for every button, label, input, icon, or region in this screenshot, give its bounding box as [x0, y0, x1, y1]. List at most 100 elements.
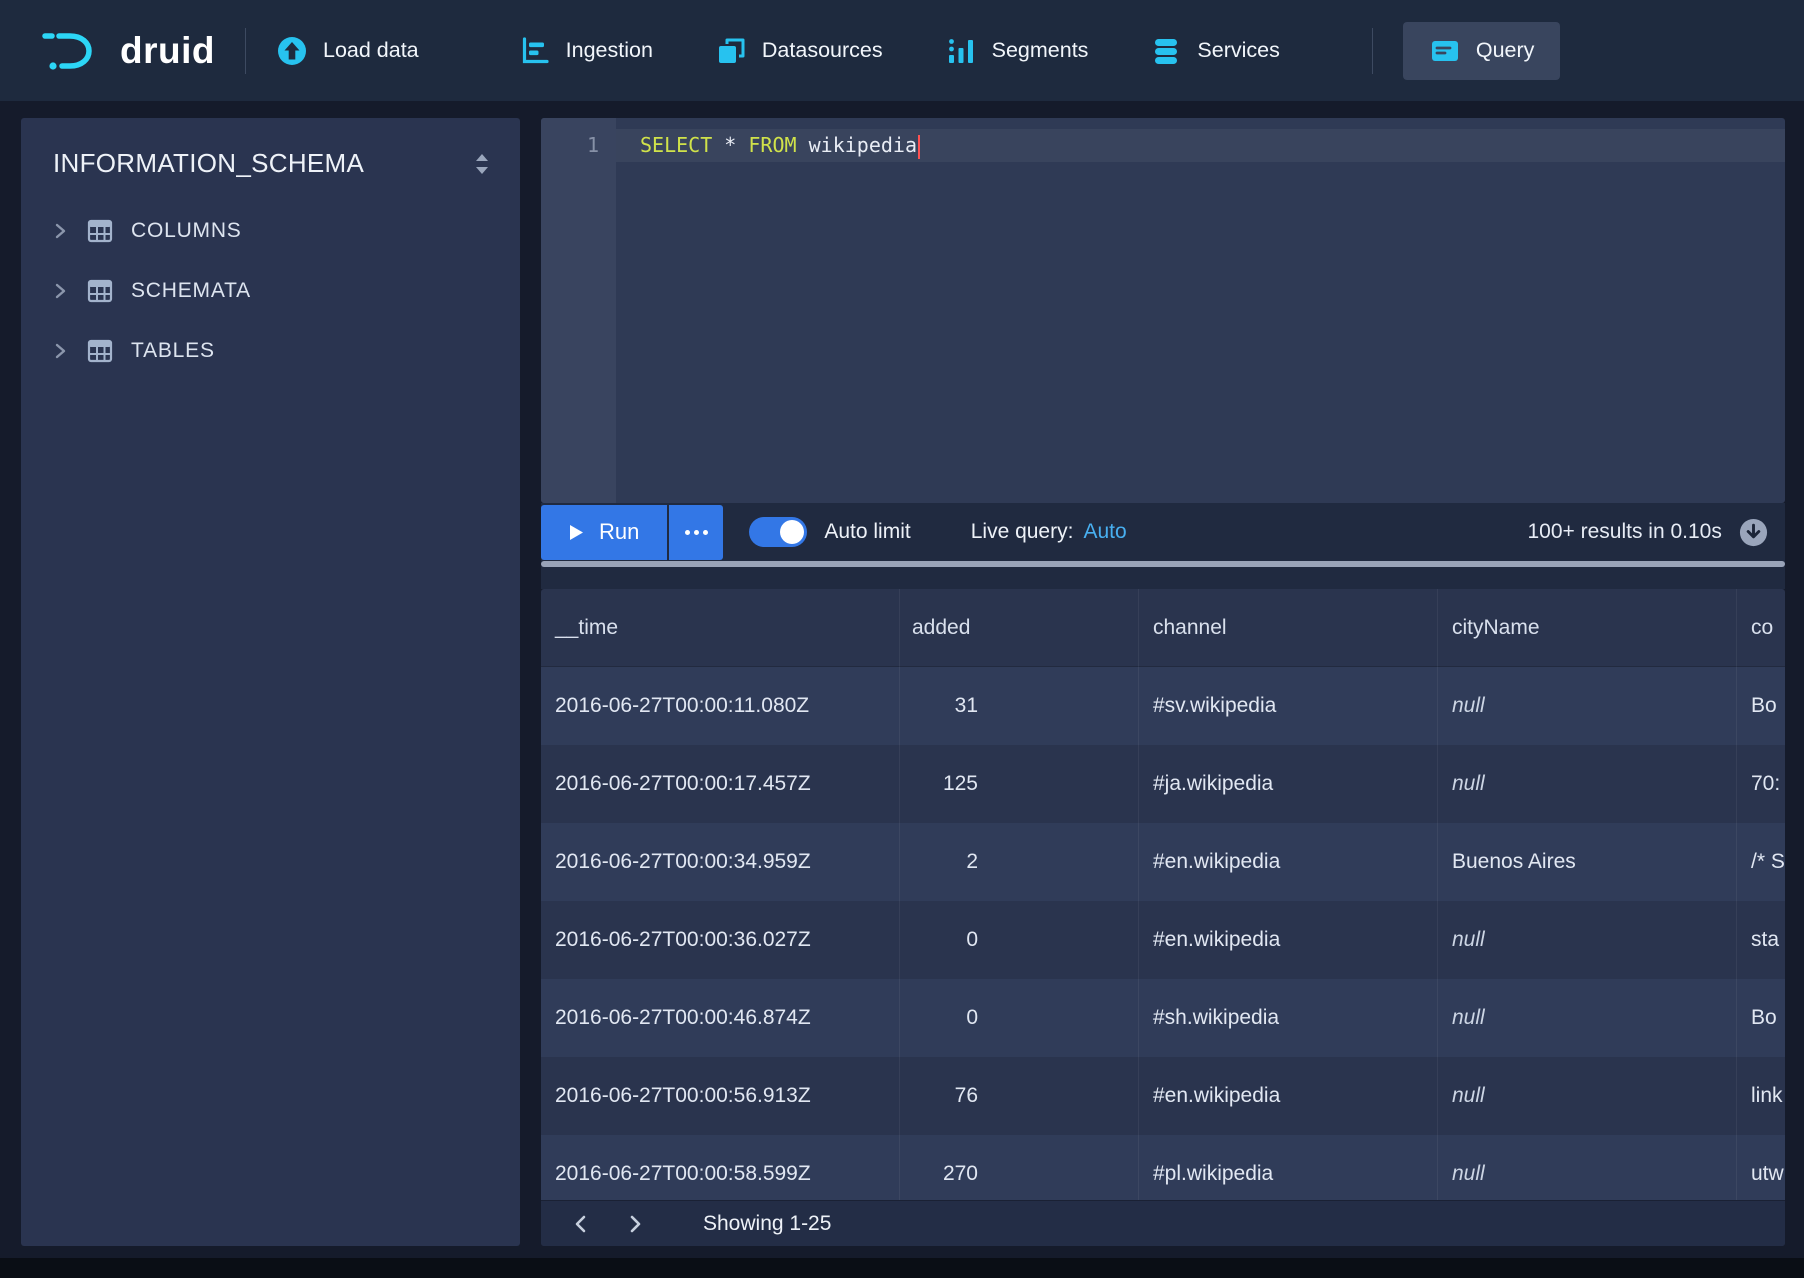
live-query-label: Live query:	[971, 520, 1074, 544]
sidebar-item-label: COLUMNS	[131, 219, 242, 243]
cell-comment[interactable]: Bo	[1737, 667, 1785, 745]
table-row: 2016-06-27T00:00:11.080Z 31 #sv.wikipedi…	[541, 667, 1785, 745]
cell-time[interactable]: 2016-06-27T00:00:36.027Z	[541, 901, 900, 979]
play-icon	[569, 524, 584, 541]
sort-double-caret-icon[interactable]	[470, 151, 494, 177]
auto-limit-label: Auto limit	[824, 520, 910, 544]
druid-logo[interactable]: druid	[40, 27, 215, 75]
nav-item-label: Ingestion	[566, 38, 653, 63]
cell-comment[interactable]: sta	[1737, 901, 1785, 979]
cell-cityname[interactable]: null	[1438, 901, 1737, 979]
auto-limit-toggle[interactable]	[749, 517, 807, 547]
cell-channel[interactable]: #en.wikipedia	[1139, 1057, 1438, 1135]
table-icon	[86, 277, 114, 305]
run-button[interactable]: Run	[541, 505, 667, 560]
line-number: 1	[587, 133, 599, 157]
prev-page-button[interactable]	[561, 1209, 601, 1239]
pagination-status: Showing 1-25	[703, 1212, 831, 1236]
cell-added[interactable]: 0	[900, 901, 1139, 979]
sidebar-item-columns[interactable]: COLUMNS	[21, 201, 520, 261]
run-more-options-button[interactable]	[669, 505, 723, 560]
cell-channel[interactable]: #en.wikipedia	[1139, 901, 1438, 979]
cell-added[interactable]: 0	[900, 979, 1139, 1057]
pagination-bar: Showing 1-25	[541, 1200, 1785, 1246]
cell-cityname[interactable]: Buenos Aires	[1438, 823, 1737, 901]
cell-channel[interactable]: #en.wikipedia	[1139, 823, 1438, 901]
column-header-time[interactable]: __time	[541, 589, 900, 667]
column-header-added[interactable]: added	[900, 589, 1139, 667]
sql-star: *	[724, 133, 736, 157]
cell-channel[interactable]: #sv.wikipedia	[1139, 667, 1438, 745]
nav-services[interactable]: Services	[1150, 35, 1279, 67]
sql-keyword: FROM	[748, 133, 796, 157]
cell-cityname[interactable]: null	[1438, 745, 1737, 823]
cell-cityname[interactable]: null	[1438, 667, 1737, 745]
cell-channel[interactable]: #sh.wikipedia	[1139, 979, 1438, 1057]
cell-cityname[interactable]: null	[1438, 1057, 1737, 1135]
datasources-stack-icon	[715, 35, 747, 67]
sidebar-item-tables[interactable]: TABLES	[21, 321, 520, 381]
cell-time[interactable]: 2016-06-27T00:00:46.874Z	[541, 979, 900, 1057]
results-table: __time added channel cityName co 2016-06…	[541, 589, 1785, 1246]
toggle-knob	[780, 520, 804, 544]
live-query-value[interactable]: Auto	[1083, 520, 1126, 544]
table-row: 2016-06-27T00:00:36.027Z 0 #en.wikipedia…	[541, 901, 1785, 979]
run-bar: Run Auto limit Live query: Auto 100+ res…	[541, 503, 1785, 561]
nav-item-label: Datasources	[762, 38, 883, 63]
sql-editor[interactable]: 1 SELECT * FROM wikipedia	[541, 118, 1785, 503]
cell-added[interactable]: 76	[900, 1057, 1139, 1135]
table-row: 2016-06-27T00:00:34.959Z 2 #en.wikipedia…	[541, 823, 1785, 901]
cell-time[interactable]: 2016-06-27T00:00:56.913Z	[541, 1057, 900, 1135]
cell-time[interactable]: 2016-06-27T00:00:11.080Z	[541, 667, 900, 745]
column-header-channel[interactable]: channel	[1139, 589, 1438, 667]
nav-segments[interactable]: Segments	[945, 35, 1089, 67]
ingestion-chart-icon	[519, 35, 551, 67]
cell-comment[interactable]: Bo	[1737, 979, 1785, 1057]
text-cursor	[918, 135, 921, 159]
nav-ingestion[interactable]: Ingestion	[519, 35, 653, 67]
upload-icon	[276, 35, 308, 67]
cell-comment[interactable]: /* S	[1737, 823, 1785, 901]
cell-added[interactable]: 2	[900, 823, 1139, 901]
run-bar-section: Run Auto limit Live query: Auto 100+ res…	[541, 503, 1785, 589]
nav-item-label: Services	[1197, 38, 1279, 63]
nav-item-label: Load data	[323, 38, 419, 63]
table-icon	[86, 217, 114, 245]
nav-load-data[interactable]: Load data	[276, 35, 419, 67]
nav-query-active[interactable]: Query	[1403, 22, 1561, 80]
column-header-cityname[interactable]: cityName	[1438, 589, 1737, 667]
table-row: 2016-06-27T00:00:56.913Z 76 #en.wikipedi…	[541, 1057, 1785, 1135]
next-page-button[interactable]	[615, 1209, 655, 1239]
chevron-left-icon	[571, 1213, 591, 1235]
nav-item-label: Query	[1476, 38, 1535, 63]
top-navbar: druid Load data Ingestion Datasources	[0, 0, 1804, 101]
services-database-icon	[1150, 35, 1182, 67]
sql-code[interactable]: SELECT * FROM wikipedia	[616, 118, 1785, 503]
chevron-right-icon	[51, 222, 69, 240]
nav-item-label: Segments	[992, 38, 1089, 63]
sidebar-item-schemata[interactable]: SCHEMATA	[21, 261, 520, 321]
table-row: 2016-06-27T00:00:46.874Z 0 #sh.wikipedia…	[541, 979, 1785, 1057]
cell-comment[interactable]: link	[1737, 1057, 1785, 1135]
query-console-icon	[1429, 35, 1461, 67]
schema-header: INFORMATION_SCHEMA	[21, 118, 520, 201]
results-table-header: __time added channel cityName co	[541, 589, 1785, 667]
nav-datasources[interactable]: Datasources	[715, 35, 883, 67]
druid-logo-icon	[40, 27, 104, 75]
run-button-label: Run	[599, 519, 639, 545]
cell-time[interactable]: 2016-06-27T00:00:17.457Z	[541, 745, 900, 823]
bottom-strip	[0, 1258, 1804, 1278]
download-icon[interactable]	[1738, 517, 1769, 548]
results-table-body: 2016-06-27T00:00:11.080Z 31 #sv.wikipedi…	[541, 667, 1785, 1246]
ellipsis-icon	[694, 530, 699, 535]
sidebar-item-label: TABLES	[131, 339, 215, 363]
cell-cityname[interactable]: null	[1438, 979, 1737, 1057]
cell-time[interactable]: 2016-06-27T00:00:34.959Z	[541, 823, 900, 901]
column-header-comment[interactable]: co	[1737, 589, 1785, 667]
cell-comment[interactable]: 70:	[1737, 745, 1785, 823]
cell-added[interactable]: 125	[900, 745, 1139, 823]
sidebar-item-label: SCHEMATA	[131, 279, 251, 303]
cell-added[interactable]: 31	[900, 667, 1139, 745]
navbar-divider	[245, 28, 246, 74]
cell-channel[interactable]: #ja.wikipedia	[1139, 745, 1438, 823]
